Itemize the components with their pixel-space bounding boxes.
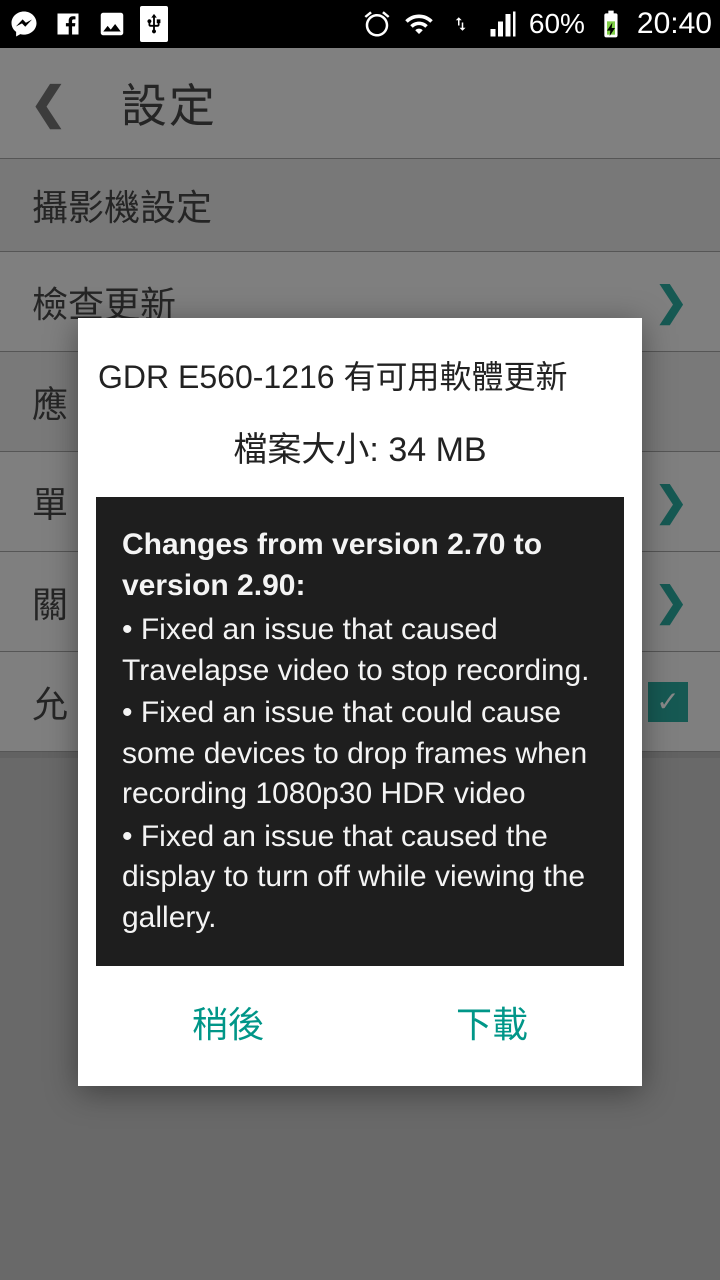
- status-bar: 60% 20:40: [0, 0, 720, 48]
- later-button[interactable]: 稍後: [192, 996, 264, 1048]
- usb-icon: [140, 6, 168, 42]
- signal-icon: [487, 8, 519, 40]
- dialog-changelog: Changes from version 2.70 to version 2.9…: [96, 497, 624, 966]
- photo-icon: [96, 8, 128, 40]
- messenger-icon: [8, 8, 40, 40]
- update-dialog: GDR E560-1216 有可用軟體更新 檔案大小: 34 MB Change…: [78, 318, 642, 1086]
- battery-percent: 60%: [529, 8, 585, 40]
- alarm-icon: [361, 8, 393, 40]
- clock-time: 20:40: [637, 7, 712, 41]
- changelog-item: • Fixed an issue that could cause some d…: [122, 693, 598, 815]
- changelog-item: • Fixed an issue that caused Travelapse …: [122, 610, 598, 691]
- changelog-heading: Changes from version 2.70 to version 2.9…: [122, 525, 598, 606]
- facebook-icon: [52, 8, 84, 40]
- wifi-icon: [403, 8, 435, 40]
- changelog-item: • Fixed an issue that caused the display…: [122, 817, 598, 939]
- data-updown-icon: [445, 8, 477, 40]
- battery-icon: [595, 8, 627, 40]
- download-button[interactable]: 下載: [456, 996, 528, 1048]
- dialog-title: GDR E560-1216 有可用軟體更新: [98, 352, 622, 398]
- dialog-filesize: 檔案大小: 34 MB: [96, 422, 624, 471]
